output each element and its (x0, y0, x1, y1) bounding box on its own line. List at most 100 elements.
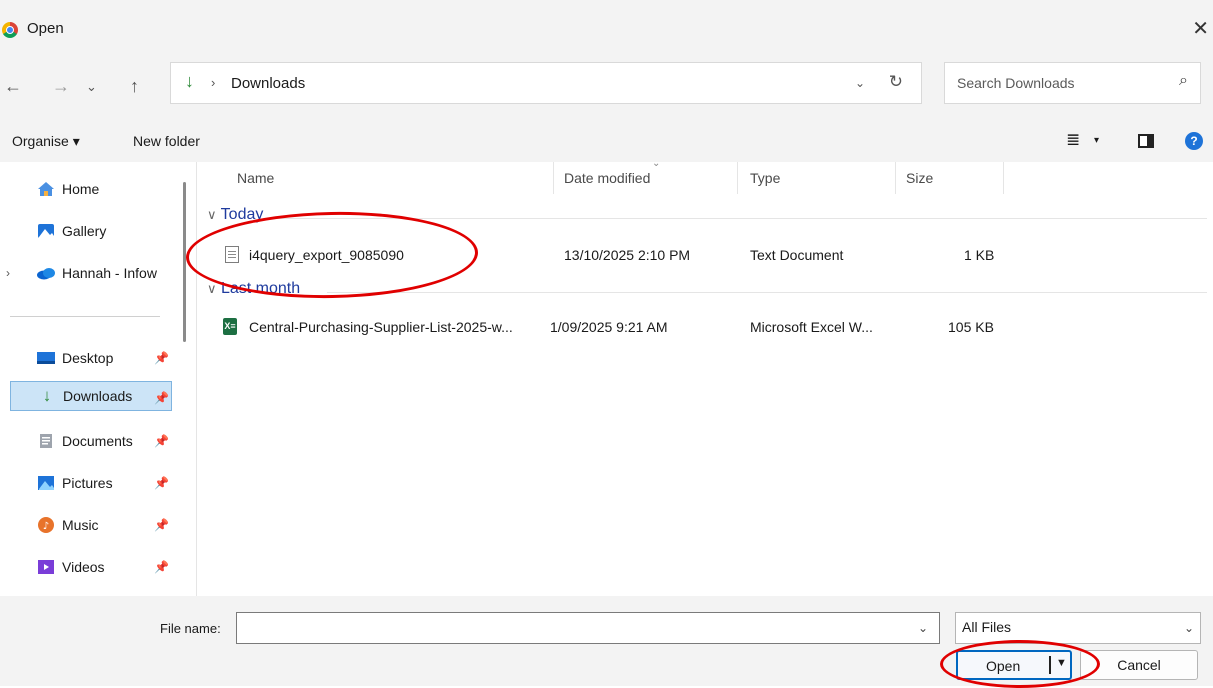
file-size: 1 KB (964, 247, 995, 263)
sidebar-item-music[interactable]: ♪ Music (36, 510, 172, 540)
file-type-filter[interactable]: All Files ⌄ (955, 612, 1201, 644)
command-toolbar: Organise ▾ New folder ≣ ▾ ? (0, 120, 1213, 162)
search-box[interactable]: ⌕ (944, 62, 1201, 104)
sidebar-item-label: Music (62, 517, 99, 533)
downloads-icon: ↓ (185, 71, 194, 91)
pin-icon[interactable]: 📌 (154, 560, 169, 574)
group-label: Last month (220, 280, 301, 297)
sidebar-separator (10, 316, 160, 317)
file-type: Text Document (750, 247, 844, 263)
refresh-button[interactable]: ↻ (889, 72, 903, 92)
up-button[interactable]: ↑ (130, 76, 139, 97)
column-header-type[interactable]: Type (750, 170, 780, 186)
chevron-down-icon[interactable]: ⌄ (1184, 621, 1194, 635)
column-header-size[interactable]: Size (906, 170, 933, 186)
file-type-filter-value: All Files (962, 619, 1012, 635)
pin-icon[interactable]: 📌 (154, 351, 169, 365)
sidebar-item-label: Videos (62, 559, 105, 575)
view-options-icon[interactable]: ≣ (1066, 130, 1080, 150)
dialog-footer: File name: ⌄ All Files ⌄ Open ▼ Cancel (0, 596, 1213, 686)
breadcrumb-chevron-icon[interactable]: › (211, 75, 215, 90)
home-icon (36, 180, 56, 198)
split-divider (1049, 656, 1051, 674)
preview-pane-icon[interactable] (1138, 134, 1154, 148)
file-type: Microsoft Excel W... (750, 319, 873, 335)
sidebar-item-label: Hannah - Infow (62, 265, 157, 281)
search-icon[interactable]: ⌕ (1179, 72, 1188, 90)
gallery-icon (36, 222, 56, 240)
sidebar-item-documents[interactable]: Documents (36, 426, 172, 456)
file-name[interactable]: i4query_export_9085090 (249, 247, 404, 263)
pictures-icon (36, 474, 56, 492)
pin-icon[interactable]: 📌 (154, 434, 169, 448)
help-icon[interactable]: ? (1185, 132, 1203, 150)
text-file-icon (225, 246, 239, 263)
expand-chevron-icon[interactable]: › (6, 266, 10, 280)
cancel-button[interactable]: Cancel (1080, 650, 1198, 680)
group-label: Today (220, 206, 264, 223)
sidebar-item-pictures[interactable]: Pictures (36, 468, 172, 498)
column-header-name[interactable]: Name (237, 170, 274, 186)
collapse-chevron-icon: ∨ (207, 207, 217, 222)
sidebar-item-desktop[interactable]: Desktop (36, 343, 172, 373)
excel-file-icon: X≡ (223, 318, 237, 335)
group-header-last-month[interactable]: ∨ Last month (207, 280, 300, 298)
new-folder-button[interactable]: New folder (133, 133, 200, 149)
sidebar-item-label: Desktop (62, 350, 114, 366)
sidebar-scrollbar[interactable] (183, 182, 186, 342)
videos-icon (36, 558, 56, 576)
collapse-chevron-icon: ∨ (207, 281, 217, 296)
column-separator[interactable] (737, 162, 738, 194)
column-separator[interactable] (895, 162, 896, 194)
file-list: Name ⌄ Date modified Type Size ∨ Today i… (197, 158, 1213, 596)
pin-icon[interactable]: 📌 (154, 391, 169, 405)
file-name-dropdown-button[interactable]: ⌄ (918, 621, 928, 635)
group-header-today[interactable]: ∨ Today (207, 206, 263, 224)
title-bar: Open ✕ (0, 0, 1213, 50)
sidebar-item-label: Home (62, 181, 100, 197)
sort-indicator-icon: ⌄ (652, 158, 661, 169)
open-options-dropdown-button[interactable]: ▼ (1056, 657, 1067, 669)
address-bar[interactable]: ↓ › Downloads ⌄ ↻ (170, 62, 922, 104)
sidebar-item-gallery[interactable]: Gallery (36, 216, 172, 246)
view-options-dropdown-button[interactable]: ▾ (1094, 135, 1099, 146)
navigation-pane: Home Gallery › Hannah - Infow Desktop 📌 … (0, 162, 196, 596)
forward-button[interactable]: → (52, 76, 70, 97)
column-separator[interactable] (553, 162, 554, 194)
back-button[interactable]: ← (4, 76, 22, 97)
chrome-icon (2, 22, 18, 38)
group-divider (327, 292, 1207, 293)
desktop-icon (36, 349, 56, 367)
sidebar-item-videos[interactable]: Videos (36, 552, 172, 582)
file-name[interactable]: Central-Purchasing-Supplier-List-2025-w.… (249, 319, 513, 335)
organise-button[interactable]: Organise ▾ (12, 133, 80, 150)
sidebar-item-home[interactable]: Home (36, 174, 172, 204)
open-button[interactable]: Open ▼ (956, 650, 1072, 680)
documents-icon (36, 432, 56, 450)
file-size: 105 KB (948, 319, 994, 335)
column-header-date-modified[interactable]: Date modified (564, 170, 650, 186)
close-button[interactable]: ✕ (1192, 16, 1209, 41)
sidebar-item-onedrive[interactable]: Hannah - Infow (36, 258, 172, 288)
breadcrumb-downloads[interactable]: Downloads (231, 75, 305, 92)
address-dropdown-button[interactable]: ⌄ (855, 76, 865, 90)
window-title: Open (27, 20, 64, 37)
recent-locations-button[interactable]: ⌄ (86, 79, 97, 95)
file-name-label: File name: (160, 621, 221, 636)
downloads-icon: ↓ (42, 386, 52, 405)
sidebar-item-downloads[interactable]: ↓ Downloads (10, 381, 172, 411)
sidebar-item-label: Downloads (63, 388, 133, 404)
file-date-modified: 1/09/2025 9:21 AM (550, 319, 668, 335)
music-icon: ♪ (36, 516, 56, 534)
column-separator[interactable] (1003, 162, 1004, 194)
search-input[interactable] (955, 72, 1155, 94)
open-button-label: Open (986, 658, 1021, 674)
sidebar-item-label: Pictures (62, 475, 113, 491)
svg-text:♪: ♪ (43, 521, 49, 532)
file-date-modified: 13/10/2025 2:10 PM (564, 247, 691, 263)
onedrive-icon (36, 264, 56, 282)
file-name-input[interactable] (236, 612, 940, 644)
group-divider (267, 218, 1207, 219)
pin-icon[interactable]: 📌 (154, 476, 169, 490)
pin-icon[interactable]: 📌 (154, 518, 169, 532)
